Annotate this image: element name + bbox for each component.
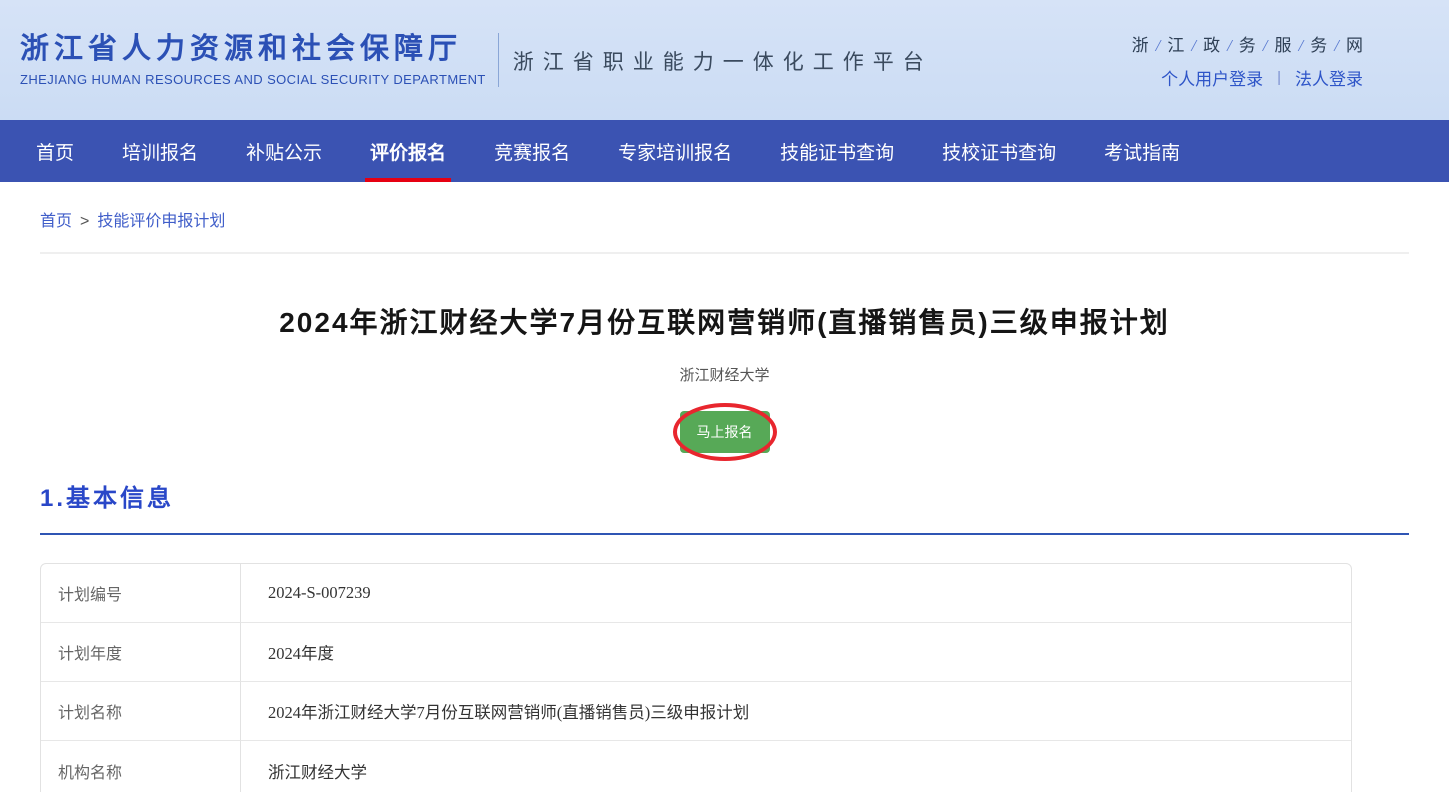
plan-organization-subtitle: 浙江财经大学 — [0, 364, 1449, 385]
login-links: 个人用户登录 | 法人登录 — [1161, 65, 1363, 90]
gov-service-net-label: 浙 / 江 / 政 / 务 / 服 / 务 / 网 — [1132, 31, 1363, 56]
legal-entity-login-link[interactable]: 法人登录 — [1295, 65, 1363, 90]
login-links-divider: | — [1277, 69, 1281, 86]
row-label-plan-number: 计划编号 — [41, 564, 241, 623]
gov-net-char: 网 — [1346, 36, 1363, 55]
apply-button-area: 马上报名 — [0, 411, 1449, 453]
nav-item-home[interactable]: 首页 — [36, 120, 74, 182]
row-label-plan-name: 计划名称 — [41, 682, 241, 741]
site-header: 浙江省人力资源和社会保障厅 ZHEJIANG HUMAN RESOURCES A… — [0, 0, 1449, 120]
gov-net-slash: / — [1263, 36, 1268, 55]
table-row: 机构名称 浙江财经大学 — [41, 741, 1351, 792]
gov-net-char: 务 — [1239, 36, 1256, 55]
department-logo: 浙江省人力资源和社会保障厅 ZHEJIANG HUMAN RESOURCES A… — [20, 33, 486, 87]
header-right: 浙 / 江 / 政 / 务 / 服 / 务 / 网 个人用户登录 | 法人登录 — [1132, 31, 1363, 90]
nav-item-skill-cert-query[interactable]: 技能证书查询 — [780, 120, 894, 182]
platform-name: 浙江省职业能力一体化工作平台 — [513, 46, 933, 76]
row-label-org-name: 机构名称 — [41, 741, 241, 792]
main-nav: 首页 培训报名 补贴公示 评价报名 竞赛报名 专家培训报名 技能证书查询 技校证… — [0, 120, 1449, 182]
breadcrumb-home-link[interactable]: 首页 — [40, 212, 72, 232]
plan-title: 2024年浙江财经大学7月份互联网营销师(直播销售员)三级申报计划 — [0, 306, 1449, 340]
section-heading-basic-info: 1.基本信息 — [40, 485, 1409, 513]
table-row: 计划编号 2024-S-007239 — [41, 564, 1351, 623]
row-value-plan-number: 2024-S-007239 — [241, 564, 1351, 623]
gov-net-char: 江 — [1167, 36, 1184, 55]
nav-item-subsidy-publicity[interactable]: 补贴公示 — [246, 120, 322, 182]
gov-net-slash: / — [1227, 36, 1232, 55]
gov-net-slash: / — [1334, 36, 1339, 55]
nav-item-expert-training-signup[interactable]: 专家培训报名 — [618, 120, 732, 182]
nav-item-tech-school-cert-query[interactable]: 技校证书查询 — [942, 120, 1056, 182]
apply-now-button[interactable]: 马上报名 — [680, 411, 770, 453]
table-row: 计划年度 2024年度 — [41, 623, 1351, 682]
gov-net-slash: / — [1191, 36, 1196, 55]
basic-info-table: 计划编号 2024-S-007239 计划年度 2024年度 计划名称 2024… — [40, 563, 1352, 792]
row-label-plan-year: 计划年度 — [41, 623, 241, 682]
gov-net-char: 服 — [1275, 36, 1292, 55]
breadcrumb: 首页 > 技能评价申报计划 — [0, 182, 1449, 232]
nav-item-exam-guide[interactable]: 考试指南 — [1104, 120, 1180, 182]
department-name-en: ZHEJIANG HUMAN RESOURCES AND SOCIAL SECU… — [20, 72, 486, 87]
main-content: 2024年浙江财经大学7月份互联网营销师(直播销售员)三级申报计划 浙江财经大学… — [0, 306, 1449, 792]
personal-login-link[interactable]: 个人用户登录 — [1161, 65, 1263, 90]
row-value-plan-year: 2024年度 — [241, 623, 1351, 682]
breadcrumb-divider — [40, 252, 1409, 254]
header-vertical-divider — [498, 33, 499, 87]
breadcrumb-current[interactable]: 技能评价申报计划 — [97, 212, 225, 232]
department-name-cn: 浙江省人力资源和社会保障厅 — [20, 33, 486, 66]
nav-item-training-signup[interactable]: 培训报名 — [122, 120, 198, 182]
gov-net-char: 务 — [1310, 36, 1327, 55]
breadcrumb-separator: > — [80, 212, 89, 232]
gov-net-slash: / — [1299, 36, 1304, 55]
gov-net-char: 政 — [1203, 36, 1220, 55]
table-row: 计划名称 2024年浙江财经大学7月份互联网营销师(直播销售员)三级申报计划 — [41, 682, 1351, 741]
row-value-org-name: 浙江财经大学 — [241, 741, 1351, 792]
gov-net-slash: / — [1156, 36, 1161, 55]
row-value-plan-name: 2024年浙江财经大学7月份互联网营销师(直播销售员)三级申报计划 — [241, 682, 1351, 741]
section-heading-block: 1.基本信息 — [40, 485, 1409, 535]
nav-item-competition-signup[interactable]: 竞赛报名 — [494, 120, 570, 182]
gov-net-char: 浙 — [1132, 36, 1149, 55]
nav-item-evaluation-signup[interactable]: 评价报名 — [370, 120, 446, 182]
